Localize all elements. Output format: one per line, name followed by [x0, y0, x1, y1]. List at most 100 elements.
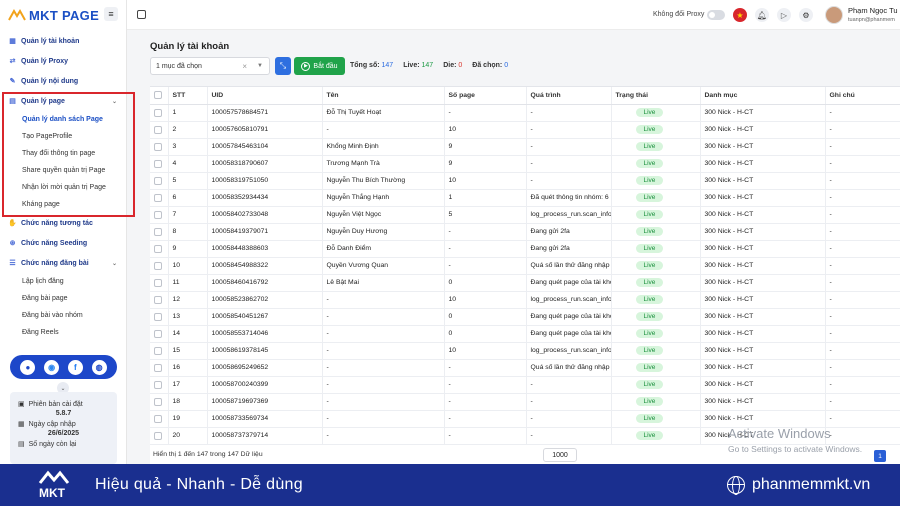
- sidebar-item-5[interactable]: ⊛ Chức năng Seeding: [0, 233, 126, 253]
- clear-icon[interactable]: ×: [242, 62, 247, 71]
- table-row[interactable]: 8 100058419379071 Nguyễn Duy Hương - Đang gử…: [150, 223, 900, 241]
- table-row[interactable]: 2 100057605810791-10- Live 300 Nick - H-CT -: [150, 121, 900, 139]
- checkbox[interactable]: [154, 329, 162, 338]
- checkbox[interactable]: [154, 227, 162, 236]
- status-badge: Live: [635, 295, 664, 304]
- table-row[interactable]: 11 100058460416792 Lê Bật Mai 0 Đang quét pa…: [150, 274, 900, 292]
- table-cell: -: [825, 104, 900, 122]
- row-checkbox-cell[interactable]: [150, 274, 169, 292]
- panel-toggle-icon[interactable]: [137, 10, 146, 19]
- table-cell: 100058733569734: [207, 410, 323, 428]
- chat-icon[interactable]: ●: [20, 359, 36, 375]
- row-checkbox-cell[interactable]: [150, 308, 169, 326]
- row-checkbox-cell[interactable]: [150, 121, 169, 139]
- row-checkbox-cell[interactable]: [150, 427, 169, 445]
- globe-icon[interactable]: ◍: [91, 359, 107, 375]
- row-checkbox-cell[interactable]: [150, 172, 169, 190]
- row-checkbox-cell[interactable]: [150, 359, 169, 377]
- checkbox[interactable]: [154, 244, 162, 253]
- table-row[interactable]: 14 100058553714046-0 Đang quét page của tà…: [150, 325, 900, 343]
- table-row[interactable]: 1 100057578684571 Đỗ Thị Tuyết Hoạt - - Live 3…: [150, 104, 900, 122]
- checkbox[interactable]: [154, 295, 162, 304]
- checkbox[interactable]: [154, 346, 162, 355]
- sidebar-item-1[interactable]: ⇄ Quản lý Proxy: [0, 51, 126, 71]
- checkbox[interactable]: [154, 261, 162, 270]
- row-checkbox-cell[interactable]: [150, 189, 169, 207]
- table-row[interactable]: 13 100058540451267-0 Đang quét page của tà…: [150, 308, 900, 326]
- checkbox[interactable]: [154, 91, 162, 100]
- sidebar-item-label: Quản lý tài khoản: [21, 37, 80, 45]
- row-checkbox-cell[interactable]: [150, 291, 169, 309]
- checkbox[interactable]: [154, 176, 162, 185]
- chevron-down-icon[interactable]: ▼: [257, 63, 263, 69]
- sidebar-item-2[interactable]: ✎ Quản lý nội dung: [0, 71, 126, 91]
- checkbox[interactable]: [154, 278, 162, 287]
- checkbox[interactable]: [154, 431, 162, 440]
- row-checkbox-cell[interactable]: [150, 223, 169, 241]
- category-select[interactable]: 1 mục đã chọn × ▼: [150, 57, 270, 75]
- row-checkbox-cell[interactable]: [150, 155, 169, 173]
- gear-icon[interactable]: ⚙: [799, 8, 813, 22]
- checkbox[interactable]: [154, 210, 162, 219]
- checkbox[interactable]: [154, 414, 162, 423]
- sidebar-subitem-post-3[interactable]: Đăng Reels: [0, 324, 126, 341]
- sidebar-subitem-post-2[interactable]: Đăng bài vào nhóm: [0, 307, 126, 324]
- page-number-button[interactable]: 1: [874, 450, 886, 462]
- start-button[interactable]: ▶ Bắt đầu: [294, 57, 345, 75]
- row-checkbox-cell[interactable]: [150, 104, 169, 122]
- table-row[interactable]: 16 100058695249652- - Quá số lần thử đăng n…: [150, 359, 900, 377]
- sidebar-item-0[interactable]: ▦ Quản lý tài khoản: [0, 31, 126, 51]
- table-cell: Live: [611, 121, 701, 139]
- table-cell: Đang quét page của tài khoản: [526, 325, 612, 343]
- row-checkbox-cell[interactable]: [150, 138, 169, 156]
- table-row[interactable]: 7 100058402733048 Nguyễn Việt Ngọc 5 log_pro…: [150, 206, 900, 224]
- page-size-select[interactable]: 1000: [543, 448, 577, 462]
- table-row[interactable]: 18 100058719697369- - - Live 300 Nick - H-CT -: [150, 393, 900, 411]
- vietnam-flag-icon[interactable]: ★: [733, 8, 747, 22]
- checkbox[interactable]: [154, 142, 162, 151]
- banner-website[interactable]: phanmemmkt.vn: [752, 476, 870, 494]
- row-checkbox-cell[interactable]: [150, 257, 169, 275]
- select-all-checkbox-cell[interactable]: [150, 87, 169, 105]
- checkbox[interactable]: [154, 125, 162, 134]
- table-row[interactable]: 10 100058454988322 Quyền Vương Quan - Quá số…: [150, 257, 900, 275]
- row-checkbox-cell[interactable]: [150, 342, 169, 360]
- checkbox[interactable]: [154, 380, 162, 389]
- sidebar-subitem-post-1[interactable]: Đăng bài page: [0, 290, 126, 307]
- table-row[interactable]: 3 100057845463104 Khổng Minh Định 9- Live 300…: [150, 138, 900, 156]
- sidebar-subitem-post-0[interactable]: Lập lịch đăng: [0, 273, 126, 290]
- checkbox[interactable]: [154, 193, 162, 202]
- table-row[interactable]: 9 100058448388603 Đỗ Danh Điểm - Đang gửi 2f…: [150, 240, 900, 258]
- row-checkbox-cell[interactable]: [150, 393, 169, 411]
- checkbox[interactable]: [154, 363, 162, 372]
- table-row[interactable]: 6 100058352934434 Nguyễn Thắng Hạnh 1 Đã qué…: [150, 189, 900, 207]
- checkbox[interactable]: [154, 159, 162, 168]
- filter-button[interactable]: ⤡: [275, 57, 291, 75]
- row-checkbox-cell[interactable]: [150, 240, 169, 258]
- table-row[interactable]: 19 100058733569734- - - Live 300 Nick - H-CT -: [150, 410, 900, 428]
- row-checkbox-cell[interactable]: [150, 206, 169, 224]
- table-cell: -: [526, 393, 612, 411]
- play-icon[interactable]: ▷: [777, 8, 791, 22]
- hamburger-icon[interactable]: ≡: [104, 7, 118, 21]
- checkbox[interactable]: [154, 108, 162, 117]
- sidebar-item-6[interactable]: ☰ Chức năng đăng bài ⌄: [0, 253, 126, 273]
- checkbox[interactable]: [154, 397, 162, 406]
- avatar[interactable]: [825, 6, 843, 24]
- row-checkbox-cell[interactable]: [150, 376, 169, 394]
- messenger-icon[interactable]: ◉: [44, 359, 60, 375]
- table-cell: Live: [611, 342, 701, 360]
- table-row[interactable]: 5 100058319751050 Nguyễn Thu Bích Thường 10…: [150, 172, 900, 190]
- row-checkbox-cell[interactable]: [150, 325, 169, 343]
- table-row[interactable]: 17 100058700240399- - - Live 300 Nick - H-CT -: [150, 376, 900, 394]
- facebook-icon[interactable]: f: [67, 359, 83, 375]
- table-row[interactable]: 12 100058523862702-10 log_process_run.scan…: [150, 291, 900, 309]
- table-row[interactable]: 4 100058318790607 Trương Mạnh Trà 9- Live 300…: [150, 155, 900, 173]
- proxy-toggle[interactable]: [707, 10, 725, 20]
- calendar-icon: ▦: [18, 421, 25, 428]
- row-checkbox-cell[interactable]: [150, 410, 169, 428]
- table-cell: -: [444, 427, 527, 445]
- checkbox[interactable]: [154, 312, 162, 321]
- table-row[interactable]: 15 100058619378145-10 log_process_run.scan…: [150, 342, 900, 360]
- bell-icon[interactable]: 🔔︎: [755, 8, 769, 22]
